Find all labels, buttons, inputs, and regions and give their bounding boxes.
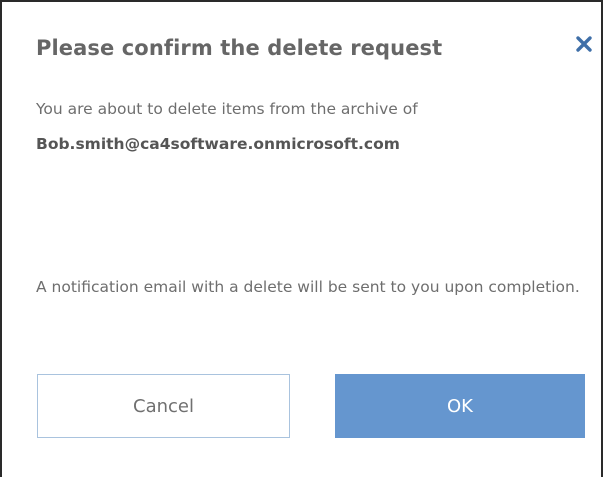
- notification-notice: A notification email with a delete will …: [36, 278, 580, 296]
- close-button[interactable]: [572, 32, 596, 56]
- ok-button[interactable]: OK: [335, 374, 585, 438]
- dialog-title: Please confirm the delete request: [36, 36, 443, 60]
- delete-message: You are about to delete items from the a…: [36, 100, 418, 118]
- account-email: Bob.smith@ca4software.onmicrosoft.com: [36, 135, 400, 153]
- cancel-button[interactable]: Cancel: [37, 374, 290, 438]
- confirm-delete-dialog: Please confirm the delete request You ar…: [0, 0, 603, 477]
- close-icon: [576, 36, 592, 52]
